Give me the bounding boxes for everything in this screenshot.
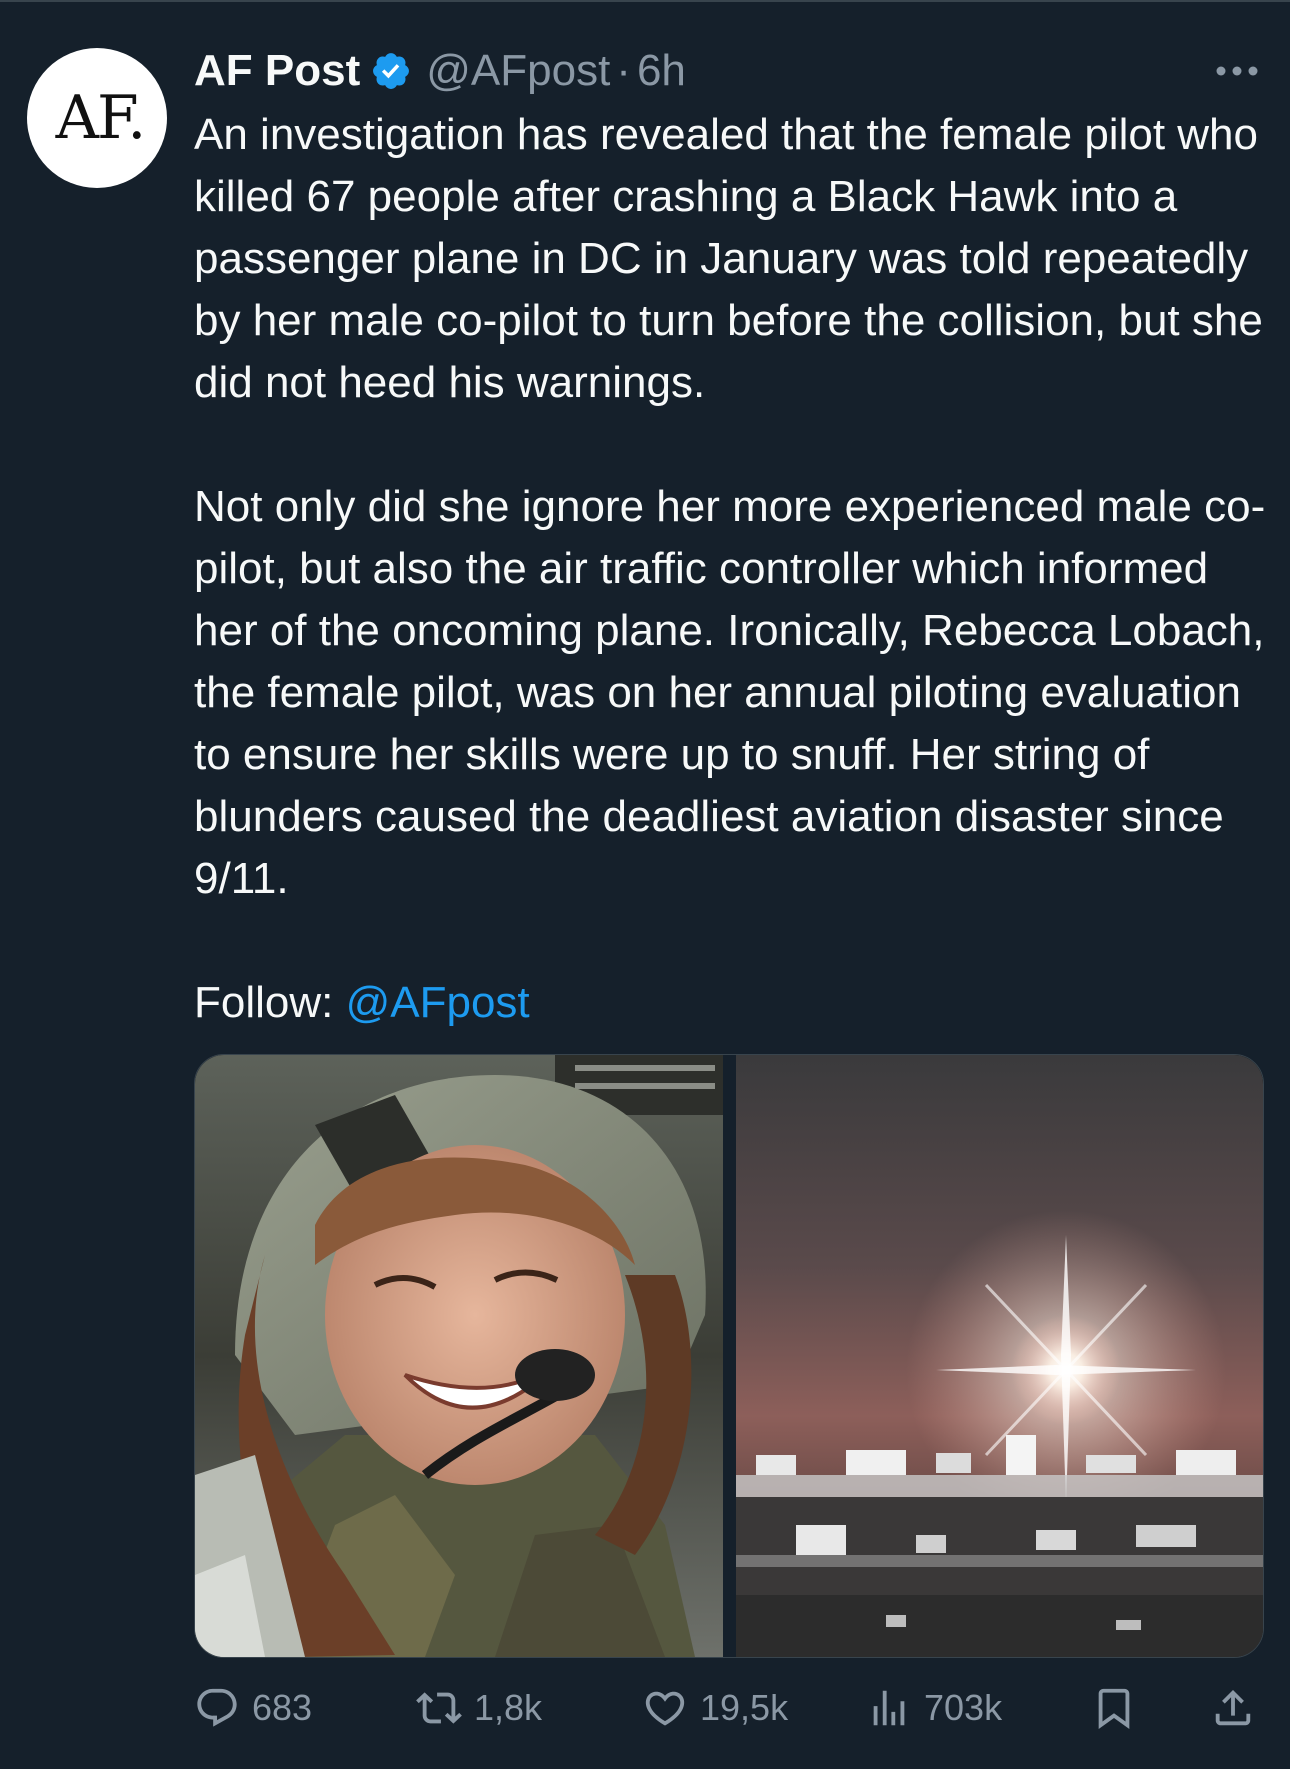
follow-label: Follow: [194,978,346,1027]
views-button[interactable]: 703k [866,1680,1002,1736]
reply-count: 683 [252,1687,313,1728]
like-count: 19,5k [700,1687,789,1728]
repost-icon [416,1692,462,1724]
media-grid [194,1054,1264,1658]
tweet[interactable]: AF. AF Post @AFpost · 6h An investigatio… [0,0,1290,1769]
action-bar: 683 1,8k 19,5k 703k [194,1680,1270,1736]
verified-badge-icon[interactable] [370,50,412,92]
tweet-timestamp[interactable]: 6h [637,46,686,96]
avatar-logo-text: AF. [55,83,147,153]
reply-button[interactable]: 683 [194,1680,312,1736]
share-button[interactable] [1210,1680,1256,1736]
author-handle[interactable]: @AFpost [426,46,610,96]
author-display-name[interactable]: AF Post [194,46,360,96]
views-count: 703k [924,1687,1003,1728]
views-icon [873,1690,905,1726]
like-button[interactable]: 19,5k [642,1680,788,1736]
repost-count: 1,8k [474,1687,543,1728]
repost-button[interactable]: 1,8k [416,1680,542,1736]
collision-video-still[interactable] [736,1055,1263,1657]
follow-mention-link[interactable]: @AFpost [346,978,530,1027]
tweet-header: AF Post @AFpost · 6h [194,42,686,100]
reply-icon [197,1688,237,1727]
heart-icon [645,1691,685,1726]
pilot-photo[interactable] [195,1055,723,1657]
tweet-paragraph-2: Not only did she ignore her more experie… [194,482,1266,903]
bookmark-icon [1098,1688,1130,1729]
more-icon[interactable] [1213,56,1261,86]
separator-dot: · [616,46,631,95]
media-separator [723,1055,736,1657]
follow-line: Follow: @AFpost [194,972,1274,1034]
bookmark-button[interactable] [1091,1680,1137,1736]
tweet-text: An investigation has revealed that the f… [194,104,1274,1034]
avatar[interactable]: AF. [27,48,167,188]
share-icon [1215,1689,1251,1726]
tweet-paragraph-1: An investigation has revealed that the f… [194,110,1263,407]
